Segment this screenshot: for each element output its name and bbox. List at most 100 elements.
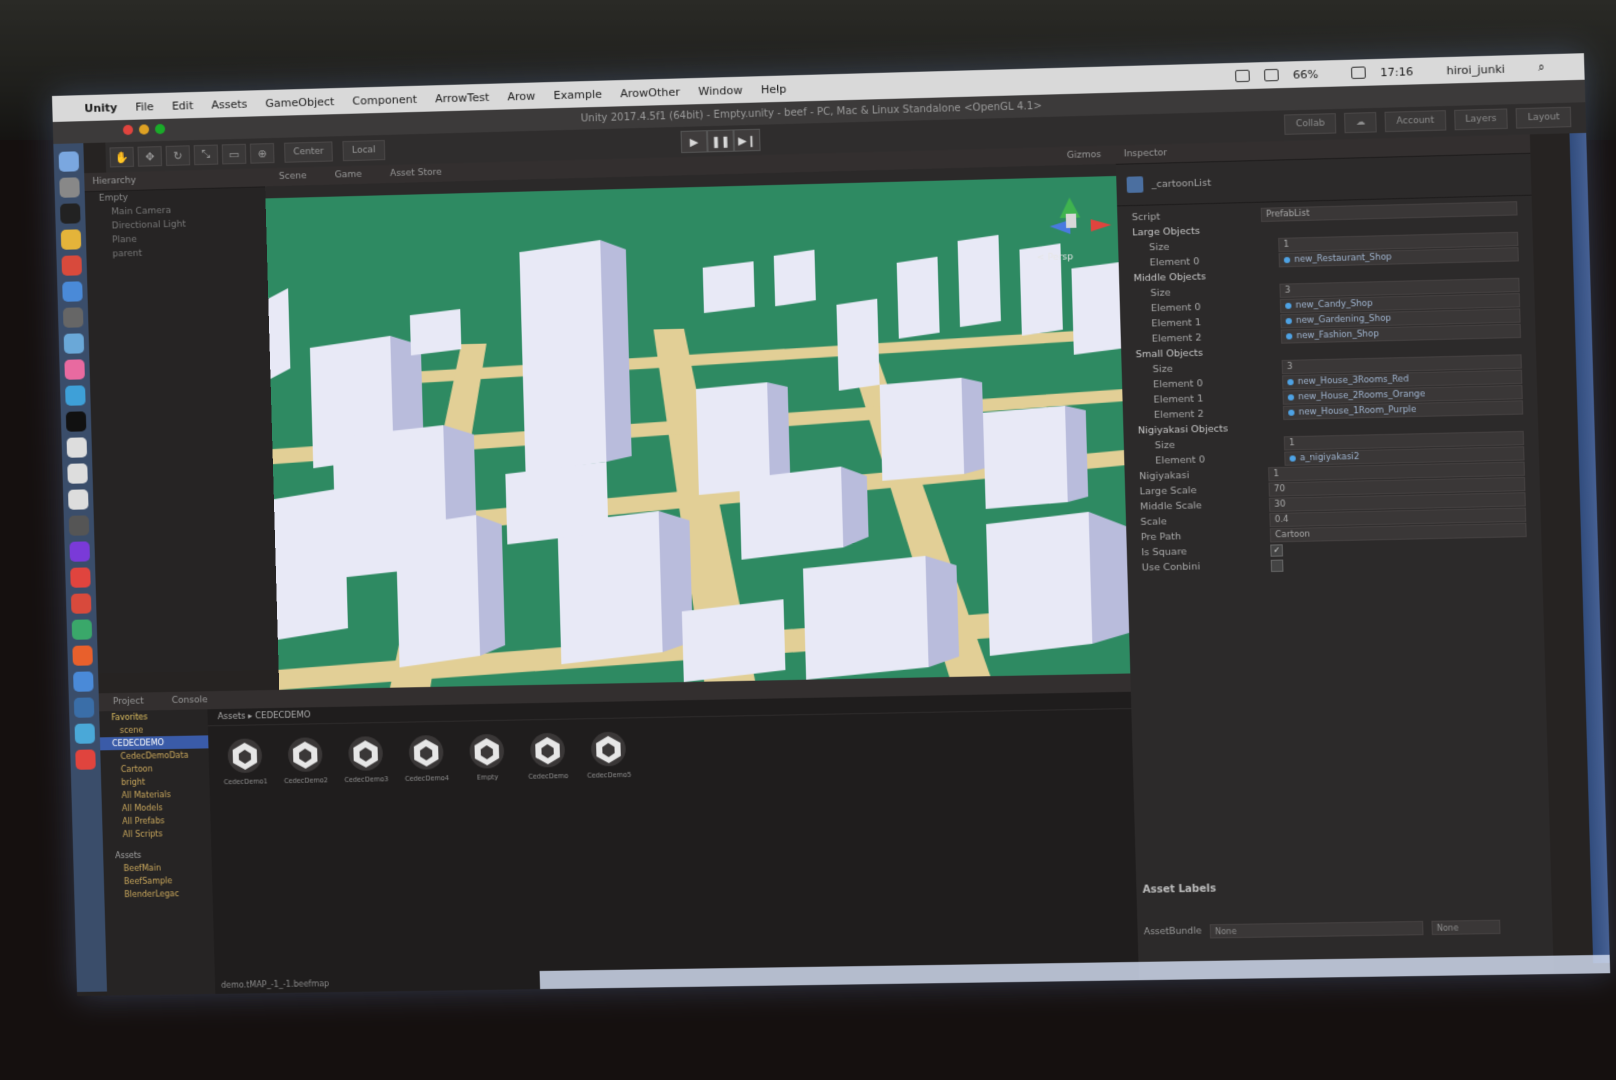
- menu-gameobject[interactable]: GameObject: [265, 95, 334, 110]
- tab-console[interactable]: Console: [158, 695, 222, 706]
- tab-asset-store[interactable]: Asset Store: [376, 167, 456, 179]
- persp-label[interactable]: < Persp: [1037, 252, 1073, 263]
- unity-dock-icon-1[interactable]: [66, 437, 88, 458]
- asset-item[interactable]: CedecDemo5: [587, 731, 631, 780]
- pause-button[interactable]: ❚❚: [706, 129, 735, 153]
- menu-example[interactable]: Example: [553, 87, 602, 101]
- scale-tool-button[interactable]: ⤡: [193, 144, 219, 166]
- tree-item[interactable]: All Scripts: [102, 827, 211, 842]
- app-icon-15[interactable]: [75, 749, 96, 770]
- transform-tool-button[interactable]: ⊕: [249, 142, 275, 164]
- asset-item[interactable]: CedecDemo4: [405, 734, 449, 783]
- foldout-header[interactable]: Large Objects: [1118, 224, 1262, 239]
- cloud-icon[interactable]: ☁: [1344, 112, 1378, 134]
- tab-scene[interactable]: Scene: [265, 171, 321, 183]
- asset-bundle-select[interactable]: None: [1209, 920, 1424, 939]
- app-icon-13[interactable]: [73, 697, 95, 718]
- chrome-icon[interactable]: [60, 229, 82, 250]
- collab-button[interactable]: Collab: [1284, 113, 1337, 135]
- unity-dock-icon-2[interactable]: [67, 463, 88, 484]
- asset-bundle-label: AssetBundle: [1143, 926, 1202, 938]
- menu-component[interactable]: Component: [352, 92, 417, 107]
- unity-scene-icon: [348, 736, 384, 771]
- finder-icon[interactable]: [58, 151, 80, 172]
- zoom-window-icon[interactable]: [154, 123, 166, 135]
- prefab-icon: [1285, 302, 1292, 309]
- menu-arrowtest[interactable]: ArrowTest: [435, 90, 489, 105]
- menu-assets[interactable]: Assets: [211, 97, 247, 111]
- app-icon-9[interactable]: [70, 593, 92, 614]
- app-icon-4[interactable]: [65, 385, 86, 406]
- vivaldi-icon[interactable]: [61, 255, 83, 276]
- field-label: Scale: [1140, 516, 1167, 528]
- unity-scene-icon: [227, 738, 263, 774]
- clock[interactable]: 17:16: [1380, 65, 1413, 79]
- step-button[interactable]: ▶❙: [733, 128, 761, 152]
- foldout-header[interactable]: Small Objects: [1121, 346, 1265, 361]
- asset-item[interactable]: CedecDemo3: [344, 735, 389, 784]
- app-icon-10[interactable]: [71, 619, 93, 640]
- app-icon-2[interactable]: [63, 333, 85, 354]
- wifi-icon[interactable]: [1234, 69, 1250, 83]
- app-icon-3[interactable]: [64, 359, 85, 380]
- field-value: new_Candy_Shop: [1295, 298, 1373, 311]
- field-value: 1: [1283, 239, 1290, 250]
- app-icon-5[interactable]: [65, 411, 87, 432]
- app-icon-7[interactable]: [69, 541, 90, 562]
- asset-name: CedecDemo: [528, 771, 569, 781]
- tab-project[interactable]: Project: [99, 696, 158, 707]
- asset-item[interactable]: Empty: [466, 733, 508, 782]
- field-label: Element 0: [1152, 378, 1204, 391]
- terminal-icon[interactable]: [60, 203, 81, 224]
- safari-icon[interactable]: [62, 281, 83, 302]
- app-icon-6[interactable]: [68, 515, 90, 536]
- checkbox[interactable]: [1270, 559, 1284, 572]
- foldout-header[interactable]: Middle Objects: [1119, 270, 1263, 285]
- menu-help[interactable]: Help: [761, 82, 787, 96]
- rect-tool-button[interactable]: ▭: [221, 143, 247, 165]
- play-button[interactable]: ▶: [680, 130, 708, 154]
- minimize-window-icon[interactable]: [138, 124, 150, 135]
- asset-item[interactable]: CedecDemo1: [224, 737, 268, 786]
- asset-variant-select[interactable]: None: [1431, 919, 1501, 936]
- menu-arowother[interactable]: ArowOther: [620, 85, 680, 100]
- menu-edit[interactable]: Edit: [172, 99, 194, 113]
- pivot-toggle[interactable]: Center: [284, 141, 334, 163]
- menu-unity[interactable]: Unity: [84, 101, 117, 115]
- move-tool-button[interactable]: ✥: [137, 146, 163, 167]
- menu-window[interactable]: Window: [698, 83, 743, 97]
- rotate-tool-button[interactable]: ↻: [165, 145, 191, 166]
- tab-game[interactable]: Game: [321, 169, 376, 181]
- scene-viewport[interactable]: < Persp: [265, 175, 1131, 690]
- close-window-icon[interactable]: [122, 124, 134, 136]
- battery-icon[interactable]: [1351, 66, 1366, 80]
- layout-dropdown[interactable]: Layout: [1515, 106, 1572, 129]
- asset-item[interactable]: CedecDemo: [527, 732, 569, 781]
- app-icon-14[interactable]: [74, 723, 96, 744]
- field-label: Use Conbini: [1141, 561, 1201, 574]
- launchpad-icon[interactable]: [59, 177, 80, 198]
- asset-item[interactable]: CedecDemo2: [284, 736, 328, 785]
- volume-icon[interactable]: [1263, 68, 1279, 82]
- app-icon-12[interactable]: [73, 671, 94, 692]
- unity-dock-icon-3[interactable]: [67, 489, 89, 510]
- app-icon-11[interactable]: [72, 645, 93, 666]
- field-value: 1: [1273, 468, 1280, 479]
- app-icon-8[interactable]: [70, 567, 91, 588]
- spotlight-icon[interactable]: ⌕: [1538, 60, 1545, 74]
- menu-file[interactable]: File: [135, 100, 154, 114]
- checkbox[interactable]: ✓: [1270, 543, 1284, 557]
- foldout-header[interactable]: Nigiyakasi Objects: [1123, 422, 1267, 436]
- gameobject-icon: [1126, 176, 1144, 193]
- menu-arow[interactable]: Arow: [507, 89, 535, 103]
- layers-dropdown[interactable]: Layers: [1453, 108, 1509, 131]
- object-name[interactable]: _cartoonList: [1151, 177, 1211, 190]
- gizmos-dropdown[interactable]: Gizmos: [1052, 150, 1115, 162]
- space-toggle[interactable]: Local: [342, 139, 385, 162]
- field-value: a_nigiyakasi2: [1299, 451, 1360, 463]
- app-icon-1[interactable]: [62, 307, 84, 328]
- tree-item[interactable]: BlenderLegac: [104, 887, 213, 902]
- account-dropdown[interactable]: Account: [1384, 110, 1446, 133]
- hand-tool-button[interactable]: ✋: [109, 146, 135, 168]
- user-name[interactable]: hiroi_junki: [1446, 62, 1505, 77]
